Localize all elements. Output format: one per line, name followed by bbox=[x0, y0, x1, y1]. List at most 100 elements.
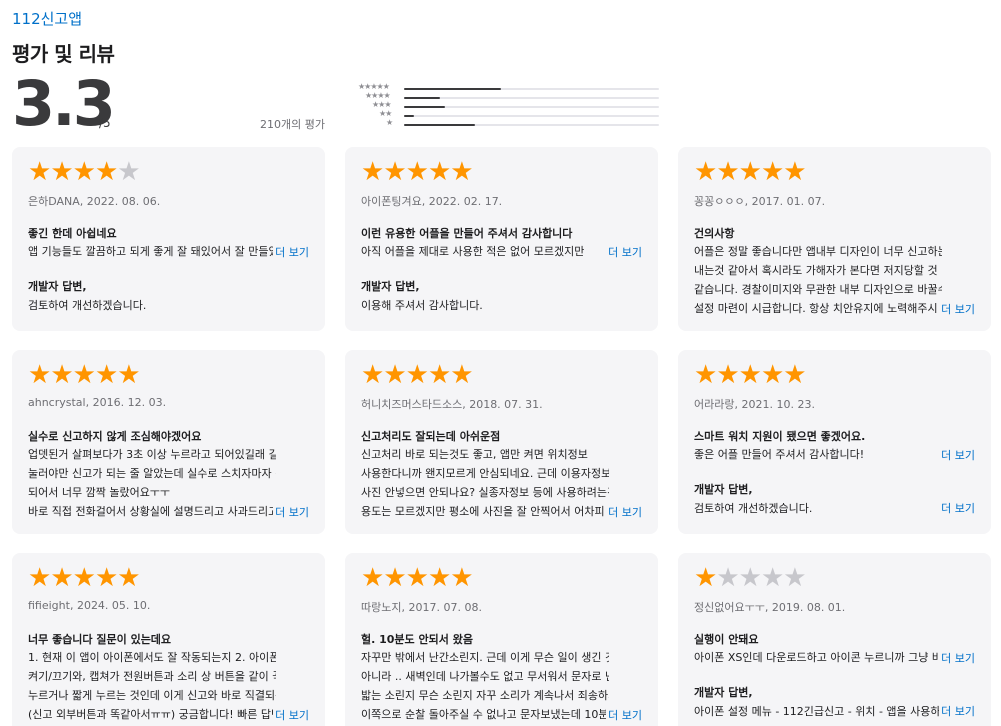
review-star-rating: ★★★★★ bbox=[361, 360, 474, 390]
star-filled-icon: ★ bbox=[405, 563, 429, 593]
star-filled-icon: ★ bbox=[383, 563, 406, 593]
review-star-rating: ★★★★★ bbox=[361, 563, 474, 593]
review-body-line: 내는것 같아서 혹시라도 가해자가 본다면 저지당할 것 bbox=[694, 264, 938, 277]
review-title: 실수로 신고하지 않게 조심해야겠어요 bbox=[28, 430, 202, 443]
histogram-row: ★★ bbox=[345, 109, 660, 120]
review-body-line: 아직 어플을 제대로 사용한 적은 없어 모르겠지만 bbox=[361, 245, 585, 258]
star-filled-icon: ★ bbox=[760, 360, 784, 390]
app-name-link[interactable]: 112신고앱 bbox=[12, 8, 82, 29]
average-rating: 3.3 bbox=[12, 67, 116, 140]
review-author-date: 은하DANA, 2022. 08. 06. bbox=[28, 195, 161, 208]
review-body-line: 신고처리 바로 되는것도 좋고, 앱만 켜면 위치정보 bbox=[361, 448, 588, 461]
star-filled-icon: ★ bbox=[694, 360, 717, 390]
star-filled-icon: ★ bbox=[427, 360, 451, 390]
review-author-date: ahncrystal, 2016. 12. 03. bbox=[28, 396, 167, 409]
developer-response-more-link[interactable]: 더 보기 bbox=[939, 500, 975, 516]
histogram-fill bbox=[404, 106, 445, 108]
more-link[interactable]: 더 보기 bbox=[606, 244, 642, 260]
histogram-fill bbox=[404, 97, 440, 99]
review-body-line: 자꾸만 밖에서 난간소린지. 근데 이게 무슨 일이 생긴 것도 bbox=[361, 651, 609, 664]
review-body-line: 업뎃된거 살펴보다가 3초 이상 누르라고 되어있길래 길게 bbox=[28, 448, 276, 461]
star-filled-icon: ★ bbox=[28, 360, 51, 390]
star-filled-icon: ★ bbox=[94, 360, 118, 390]
review-body-line: (신고 외부버튼과 똑같아서ㅠㅠ) 궁금합니다! 빠른 답변 bbox=[28, 708, 276, 721]
star-filled-icon: ★ bbox=[716, 360, 739, 390]
developer-response-title: 개발자 답변, bbox=[694, 483, 753, 496]
developer-response-title: 개발자 답변, bbox=[28, 280, 87, 293]
star-filled-icon: ★ bbox=[72, 360, 96, 390]
section-title: 평가 및 리뷰 bbox=[12, 42, 115, 66]
review-title: 너무 좋습니다 질문이 있는데요 bbox=[28, 633, 172, 646]
star-filled-icon: ★ bbox=[716, 157, 739, 187]
histogram-fill bbox=[404, 115, 415, 117]
review-star-rating: ★★★★★ bbox=[694, 563, 807, 593]
review-body: 아이폰 XS인데 다운로드하고 아이콘 누르니까 그냥 바로 bbox=[694, 648, 942, 667]
review-body-line: 같습니다. 경찰이미지와 무관한 내부 디자인으로 바꿀수 있는 bbox=[694, 283, 942, 296]
more-link[interactable]: 더 보기 bbox=[939, 650, 975, 666]
review-title: 스마트 워치 지원이 됐으면 좋겠어요. bbox=[694, 430, 866, 443]
star-filled-icon: ★ bbox=[72, 157, 96, 187]
review-card: ★★★★★ 정신없어요ㅜㅜ, 2019. 08. 01. 실행이 안돼요아이폰 XS… bbox=[678, 553, 991, 726]
review-body-line: 밟는 소린지 무슨 소린지 자꾸 소리가 계속나서 죄송하지만 bbox=[361, 689, 609, 702]
star-filled-icon: ★ bbox=[450, 360, 473, 390]
review-title: 헐. 10분도 안되서 왔음 bbox=[361, 633, 473, 646]
star-filled-icon: ★ bbox=[405, 360, 429, 390]
histogram-track bbox=[404, 106, 659, 108]
more-link[interactable]: 더 보기 bbox=[273, 504, 309, 520]
review-body: 앱 기능들도 깔끔하고 되게 좋게 잘 돼있어서 잘 만들었 bbox=[28, 242, 276, 261]
review-author-date: 어라라랑, 2021. 10. 23. bbox=[694, 398, 815, 411]
more-link[interactable]: 더 보기 bbox=[273, 244, 309, 260]
star-filled-icon: ★ bbox=[738, 360, 762, 390]
histogram-row: ★ bbox=[345, 118, 660, 129]
histogram-fill bbox=[404, 124, 476, 126]
star-filled-icon: ★ bbox=[405, 157, 429, 187]
histogram-row: ★★★ bbox=[345, 100, 660, 111]
star-filled-icon: ★ bbox=[50, 563, 73, 593]
star-filled-icon: ★ bbox=[50, 157, 73, 187]
star-filled-icon: ★ bbox=[361, 157, 384, 187]
developer-response-body: 아이폰 설정 메뉴 - 112긴급신고 - 위치 - 앱을 사용하는 bbox=[694, 705, 942, 718]
star-filled-icon: ★ bbox=[383, 360, 406, 390]
histogram-fill bbox=[404, 88, 501, 90]
review-body: 자꾸만 밖에서 난간소린지. 근데 이게 무슨 일이 생긴 것도아니라 .. 새… bbox=[361, 648, 609, 724]
more-link[interactable]: 더 보기 bbox=[606, 707, 642, 723]
review-body: 업뎃된거 살펴보다가 3초 이상 누르라고 되어있길래 길게 눌러야만 신고가 되… bbox=[28, 445, 276, 521]
review-card: ★★★★★ 꽁꽁ㅇㅇㅇ, 2017. 01. 07. 건의사항 어플은 정말 좋습니다… bbox=[678, 147, 991, 331]
review-body: 아직 어플을 제대로 사용한 적은 없어 모르겠지만 bbox=[361, 242, 609, 261]
star-filled-icon: ★ bbox=[28, 157, 51, 187]
more-link[interactable]: 더 보기 bbox=[939, 447, 975, 463]
histogram-track bbox=[404, 115, 659, 117]
review-title: 이런 유용한 어플을 만들어 주셔서 감사합니다 bbox=[361, 227, 573, 240]
rating-out-of: /5 bbox=[99, 116, 111, 130]
review-star-rating: ★★★★★ bbox=[361, 157, 474, 187]
more-link[interactable]: 더 보기 bbox=[273, 707, 309, 723]
review-body-line: 이쪽으로 순찰 돌아주실 수 없나고 문자보냈는데 10분 bbox=[361, 708, 609, 721]
review-title: 건의사항 bbox=[694, 227, 735, 240]
review-star-rating: ★★★★★ bbox=[694, 157, 807, 187]
rating-count: 210개의 평가 bbox=[260, 118, 325, 131]
histogram-row: ★★★★★ bbox=[345, 82, 660, 93]
developer-response-title: 개발자 답변, bbox=[361, 280, 420, 293]
star-filled-icon: ★ bbox=[783, 360, 806, 390]
review-card: ★★★★★ 따랑노지, 2017. 07. 08. 헐. 10분도 안되서 왔음 자꾸… bbox=[345, 553, 658, 726]
rating-histogram: ★★★★★ ★★★★ ★★★ ★★ ★ bbox=[345, 82, 660, 129]
star-filled-icon: ★ bbox=[117, 360, 140, 390]
review-body-line: 좋은 어플 만들어 주셔서 감사합니다! bbox=[694, 448, 865, 461]
review-body-line: 어플은 정말 좋습니다만 앱내부 디자인이 너무 신고하는 티를 bbox=[694, 245, 942, 258]
review-body-line: 아니라 .. 새벽인데 나가볼수도 없고 무서워서 문자로 난간 bbox=[361, 670, 609, 683]
review-body-line: 앱 기능들도 깔끔하고 되게 좋게 잘 돼있어서 잘 만들었 bbox=[28, 245, 276, 258]
histogram-row: ★★★★ bbox=[345, 91, 660, 102]
review-title: 실행이 안돼요 bbox=[694, 633, 759, 646]
review-star-rating: ★★★★★ bbox=[28, 360, 141, 390]
more-link[interactable]: 더 보기 bbox=[606, 504, 642, 520]
review-body-line: 켜기/끄기와, 캡쳐가 전원버튼과 소리 상 버튼을 같이 꾹 bbox=[28, 670, 276, 683]
review-author-date: 정신없어요ㅜㅜ, 2019. 08. 01. bbox=[694, 601, 846, 614]
more-link[interactable]: 더 보기 bbox=[939, 301, 975, 317]
review-body-line: 용도는 모르겠지만 평소에 사진을 잘 안찍어서 어차피 bbox=[361, 505, 605, 518]
developer-response-more-link[interactable]: 더 보기 bbox=[939, 703, 975, 719]
review-body-line: 1. 현재 이 앱이 아이폰에서도 잘 작동되는지 2. 아이폰 전원 bbox=[28, 651, 276, 664]
review-body-line: 설정 마련이 시급합니다. 항상 치안유지에 노력해주시 bbox=[694, 302, 938, 315]
review-title: 좋긴 한데 아쉽네요 bbox=[28, 227, 117, 240]
review-card: ★★★★★ 허니치즈머스타드소스, 2018. 07. 31. 신고처리도 잘되는데… bbox=[345, 350, 658, 534]
star-filled-icon: ★ bbox=[783, 157, 806, 187]
